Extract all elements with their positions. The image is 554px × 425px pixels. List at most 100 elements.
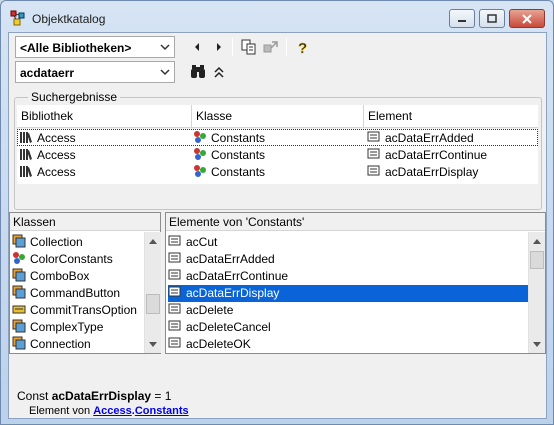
column-header-library[interactable]: Bibliothek <box>17 105 192 127</box>
help-icon: ? <box>298 40 308 55</box>
class-item[interactable]: CommandButton <box>12 285 120 302</box>
result-element: acDataErrDisplay <box>385 165 479 179</box>
class-item-label: CommandButton <box>30 286 121 300</box>
toolbar-separator <box>286 38 287 56</box>
class-item[interactable]: CommitTransOption <box>12 302 137 319</box>
constant-icon <box>367 148 380 159</box>
constants-class-icon <box>13 252 25 264</box>
scroll-up-arrow[interactable] <box>145 232 161 249</box>
class-item-label: CommitTransOption <box>30 303 137 317</box>
maximize-icon <box>487 14 497 23</box>
details-value: = 1 <box>151 389 172 403</box>
result-class: Constants <box>211 165 266 179</box>
result-element: acDataErrContinue <box>385 148 488 162</box>
class-icon <box>12 336 26 350</box>
scroll-thumb[interactable] <box>530 251 544 269</box>
class-item[interactable]: ComplexType <box>12 319 103 336</box>
class-icon <box>12 285 26 299</box>
library-icon <box>20 132 32 143</box>
chevron-up-icon <box>533 238 541 244</box>
member-item[interactable]: acDataErrAdded <box>168 251 528 268</box>
title-bar[interactable]: Objektkatalog <box>1 1 553 33</box>
constant-icon <box>367 165 380 176</box>
chevron-down-icon <box>149 341 157 347</box>
scroll-up-arrow[interactable] <box>529 232 545 249</box>
member-item[interactable]: acDataErrContinue <box>168 268 528 285</box>
details-pane: Const acDataErrDisplay = 1 Element von A… <box>17 389 540 417</box>
class-item-label: Connection <box>30 337 91 351</box>
minimize-icon <box>458 19 466 22</box>
object-browser-icon <box>10 10 25 26</box>
classes-pane: Klassen Collection ColorConstants ComboB… <box>9 212 161 354</box>
chevron-down-icon <box>533 341 541 347</box>
column-header-class[interactable]: Klasse <box>192 105 364 127</box>
result-row[interactable]: Access Constants acDataErrDisplay <box>17 163 538 180</box>
search-input[interactable]: acdataerr <box>15 61 175 83</box>
class-item[interactable]: Connection <box>12 336 91 353</box>
member-item[interactable]: acDelete <box>168 302 528 319</box>
arrow-left-icon <box>195 43 199 51</box>
column-header-element[interactable]: Element <box>364 105 538 127</box>
close-icon <box>522 13 532 24</box>
constant-icon <box>168 303 181 314</box>
details-member-of: Element von Access.Constants <box>29 405 540 417</box>
scroll-down-arrow[interactable] <box>529 336 545 353</box>
collection-class-icon <box>12 234 26 248</box>
constants-class-icon <box>194 131 206 143</box>
binoculars-icon <box>191 65 205 78</box>
results-list: Access Constants acDataErrAdded Access C… <box>17 129 538 184</box>
members-header: Elemente von 'Constants' <box>166 213 545 231</box>
class-item[interactable]: ComboBox <box>12 268 89 285</box>
result-library: Access <box>37 165 76 179</box>
maximize-button[interactable] <box>479 9 505 28</box>
scroll-down-arrow[interactable] <box>145 336 161 353</box>
chevron-down-icon <box>160 69 170 76</box>
search-input-value: acdataerr <box>20 66 75 80</box>
back-button[interactable] <box>188 38 206 56</box>
constant-icon <box>168 320 181 331</box>
result-element: acDataErrAdded <box>385 131 474 145</box>
enum-icon <box>12 305 26 314</box>
classes-scrollbar[interactable] <box>144 232 161 353</box>
members-pane: Elemente von 'Constants' acCut acDataErr… <box>165 212 546 354</box>
class-item-label: ComplexType <box>30 320 104 334</box>
member-item-label: acDataErrAdded <box>186 252 275 266</box>
constant-icon <box>367 131 380 142</box>
member-item-label: acDeleteOK <box>186 337 251 351</box>
class-item-label: Collection <box>30 235 83 249</box>
class-link[interactable]: Constants <box>135 405 189 417</box>
library-dropdown-value: <Alle Bibliotheken> <box>20 41 132 55</box>
member-item-label: acCut <box>186 235 218 249</box>
browser-client-area: <Alle Bibliotheken> ? acdataerr Sucherge… <box>8 32 547 419</box>
member-item[interactable]: acDeleteOK <box>168 336 528 353</box>
forward-button[interactable] <box>210 38 228 56</box>
minimize-button[interactable] <box>449 9 475 28</box>
member-item-label: acDataErrContinue <box>186 269 289 283</box>
member-item[interactable]: acCut <box>168 234 528 251</box>
result-class: Constants <box>211 148 266 162</box>
class-item-label: ColorConstants <box>30 252 113 266</box>
member-item-label: acDeleteCancel <box>186 320 271 334</box>
scroll-thumb[interactable] <box>146 294 160 314</box>
search-results-label: Suchergebnisse <box>28 90 121 104</box>
result-class: Constants <box>211 131 266 145</box>
result-row[interactable]: Access Constants acDataErrAdded <box>17 129 538 146</box>
members-scrollbar[interactable] <box>528 232 545 353</box>
class-item[interactable]: ColorConstants <box>12 251 113 268</box>
toggle-results-button[interactable] <box>210 63 228 81</box>
class-item[interactable]: Collection <box>12 234 83 251</box>
member-item-selected[interactable]: acDataErrDisplay <box>168 285 528 302</box>
copy-button[interactable] <box>240 38 258 56</box>
view-definition-button[interactable] <box>262 38 280 56</box>
search-button[interactable] <box>189 63 207 81</box>
member-item[interactable]: acDeleteCancel <box>168 319 528 336</box>
help-button[interactable]: ? <box>294 38 312 56</box>
result-row[interactable]: Access Constants acDataErrContinue <box>17 146 538 163</box>
double-chevron-up-icon <box>214 66 224 78</box>
toolbar-separator <box>232 38 233 56</box>
library-link[interactable]: Access <box>93 405 132 417</box>
class-icon <box>12 268 26 282</box>
details-signature: Const acDataErrDisplay = 1 <box>17 389 540 403</box>
close-button[interactable] <box>509 9 545 28</box>
library-dropdown[interactable]: <Alle Bibliotheken> <box>15 36 175 58</box>
